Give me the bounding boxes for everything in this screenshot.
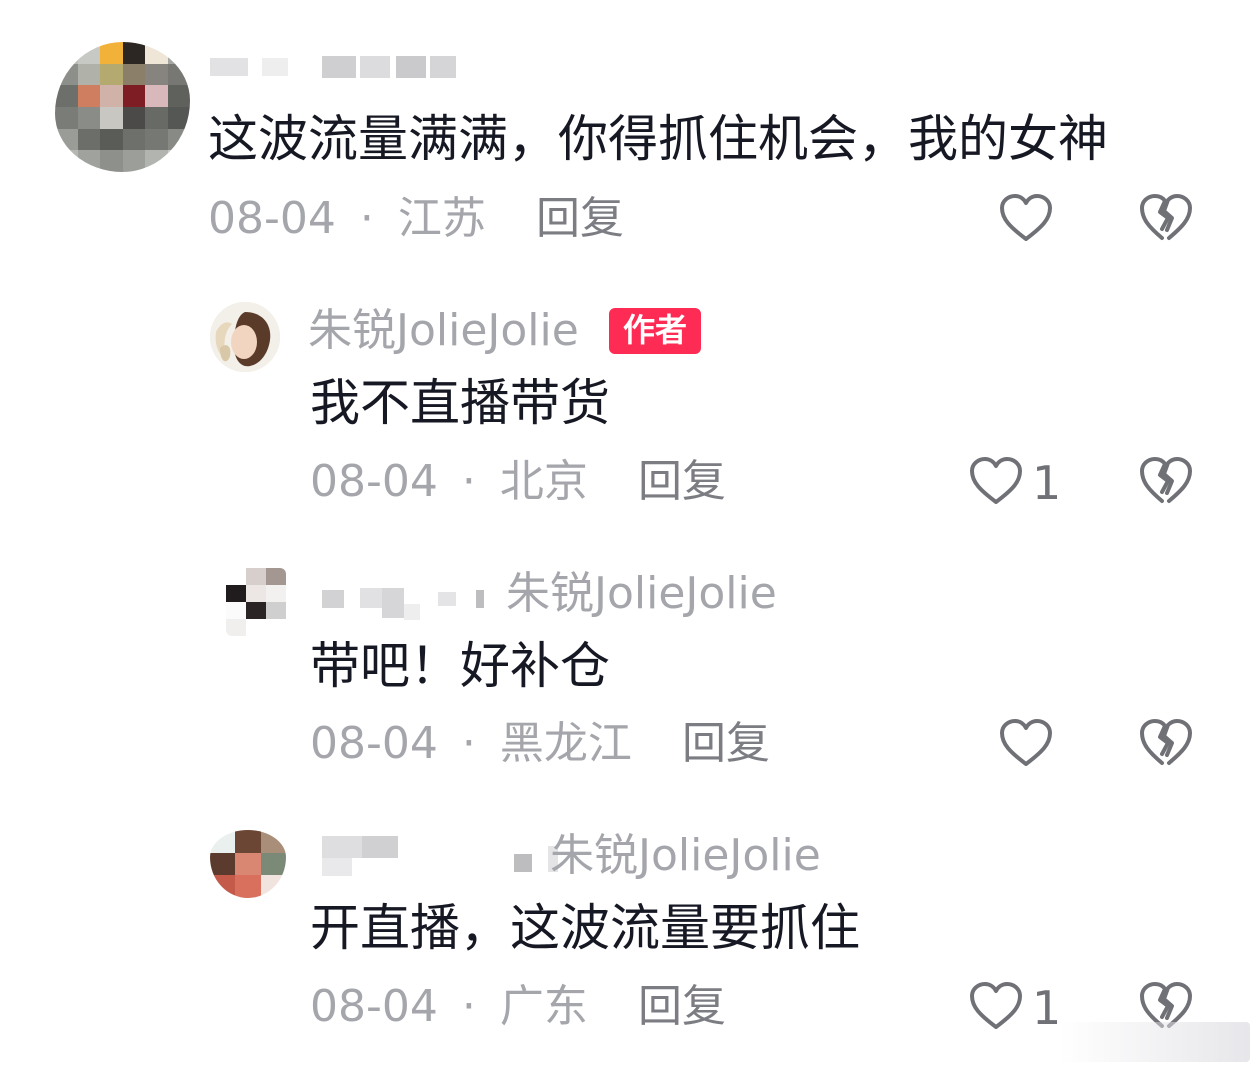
- heart-outline-icon[interactable]: [968, 455, 1024, 507]
- heart-outline-icon[interactable]: [968, 980, 1024, 1032]
- comment-1-date: 08-04: [208, 193, 336, 244]
- comment-4-reply-button[interactable]: 回复: [638, 985, 726, 1029]
- comment-1-meta: 08-04 · 江苏: [208, 197, 486, 241]
- comment-4-like-count: 1: [1032, 981, 1062, 1035]
- comment-4-avatar[interactable]: [210, 830, 286, 898]
- comment-2-meta: 08-04 · 北京: [310, 460, 588, 504]
- comment-3-meta: 08-04 · 黑龙江: [310, 722, 632, 766]
- comment-2-location: 北京: [499, 456, 588, 507]
- comment-3-reply-to[interactable]: 朱锐JolieJolie: [506, 572, 777, 616]
- comment-1-text: 这波流量满满，你得抓住机会，我的女神: [208, 110, 1108, 168]
- broken-heart-icon[interactable]: [1138, 455, 1194, 507]
- comment-2-like-count: 1: [1032, 456, 1062, 510]
- comment-3-location: 黑龙江: [499, 718, 632, 769]
- watermark: [1060, 1022, 1250, 1062]
- heart-outline-icon[interactable]: [998, 717, 1054, 769]
- broken-heart-icon[interactable]: [1138, 717, 1194, 769]
- comment-2-reply-button[interactable]: 回复: [638, 460, 726, 504]
- comment-3-date: 08-04: [310, 718, 438, 769]
- comment-1-reply-button[interactable]: 回复: [536, 197, 624, 241]
- comment-4-meta: 08-04 · 广东: [310, 985, 588, 1029]
- heart-outline-icon[interactable]: [998, 192, 1054, 244]
- comment-2-avatar[interactable]: [210, 302, 280, 372]
- comment-3-text: 带吧！好补仓: [310, 637, 610, 695]
- comment-3-reply-button[interactable]: 回复: [682, 722, 770, 766]
- comment-2-username[interactable]: 朱锐JolieJolie: [308, 309, 579, 353]
- broken-heart-icon[interactable]: [1138, 192, 1194, 244]
- comment-2-text: 我不直播带货: [310, 374, 610, 432]
- author-badge: 作者: [609, 308, 702, 354]
- comment-4-date: 08-04: [310, 981, 438, 1032]
- meta-separator: ·: [461, 718, 476, 769]
- comment-2-date: 08-04: [310, 456, 438, 507]
- comment-4-location: 广东: [499, 981, 588, 1032]
- meta-separator: ·: [461, 456, 476, 507]
- comment-1-location: 江苏: [397, 193, 486, 244]
- meta-separator: ·: [461, 981, 476, 1032]
- meta-separator: ·: [359, 193, 374, 244]
- comment-3-avatar[interactable]: [226, 568, 286, 636]
- comment-4-text: 开直播，这波流量要抓住: [310, 899, 860, 957]
- comment-1-avatar[interactable]: [55, 42, 190, 172]
- comment-4-reply-to[interactable]: 朱锐JolieJolie: [550, 834, 821, 878]
